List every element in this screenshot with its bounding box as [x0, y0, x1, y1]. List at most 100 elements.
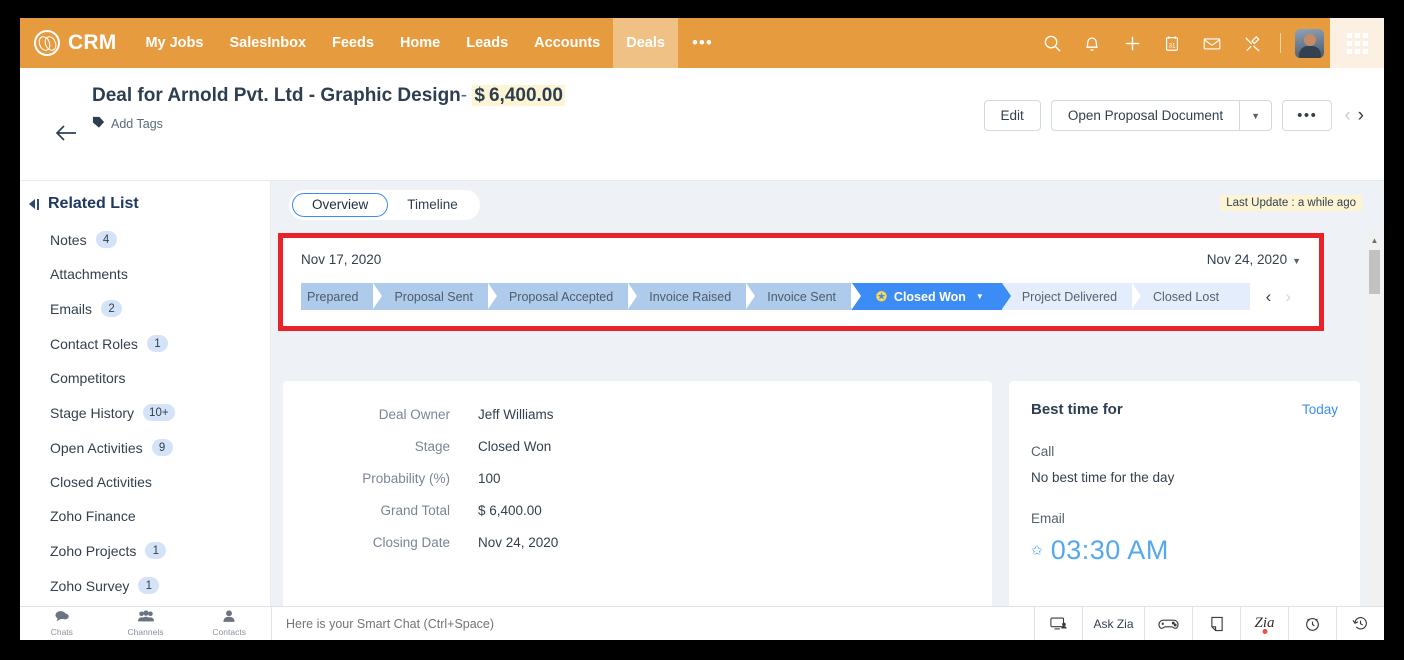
nav-item-deals[interactable]: Deals: [613, 18, 678, 68]
sidebar-item-zoho-finance[interactable]: Zoho Finance: [20, 499, 270, 533]
smart-chat-area[interactable]: [271, 607, 1034, 640]
tab-overview[interactable]: Overview: [292, 192, 389, 217]
sidebar-item-notes[interactable]: Notes 4: [20, 222, 270, 257]
field-value[interactable]: $ 6,400.00: [478, 503, 542, 518]
scrollbar-thumb[interactable]: [1369, 250, 1380, 294]
stage-closed-won[interactable]: ✪ Closed Won ▼: [852, 283, 1011, 310]
sidebar-item-zoho-survey[interactable]: Zoho Survey 1: [20, 568, 270, 603]
field-value[interactable]: Closed Won: [478, 439, 551, 454]
calendar-icon[interactable]: 31: [1152, 18, 1192, 68]
back-arrow-icon[interactable]: [54, 120, 80, 146]
scrollbar-track[interactable]: [1367, 248, 1382, 605]
field-value[interactable]: Nov 24, 2020: [478, 535, 558, 550]
tab-timeline[interactable]: Timeline: [388, 193, 477, 217]
history-icon[interactable]: [1336, 607, 1384, 640]
field-value[interactable]: Jeff Williams: [478, 407, 554, 422]
nav-right-icons: 31: [1032, 18, 1384, 68]
scroll-up-arrow-icon[interactable]: ▲: [1371, 233, 1379, 248]
next-record-button[interactable]: ›: [1358, 106, 1364, 125]
avatar[interactable]: [1295, 28, 1324, 58]
plus-icon[interactable]: [1112, 18, 1152, 68]
more-actions-button[interactable]: •••: [1282, 100, 1333, 131]
add-tags-label: Add Tags: [111, 117, 163, 131]
best-time-today-link[interactable]: Today: [1302, 402, 1338, 417]
zia-icon[interactable]: Zia: [1240, 607, 1288, 640]
chats-tab[interactable]: Chats: [20, 607, 104, 640]
nav-item-accounts[interactable]: Accounts: [521, 18, 613, 68]
nav-item-leads[interactable]: Leads: [453, 18, 521, 68]
tools-icon[interactable]: [1232, 18, 1272, 68]
sidebar-item-label: Zoho Survey: [50, 577, 130, 594]
sales-pipeline-card: Nov 17, 2020 Nov 24, 2020 ▼ Prepared Prop…: [283, 238, 1319, 326]
related-list-sidebar: Related List Notes 4 Attachments Emails …: [20, 181, 271, 620]
record-header-actions: Edit Open Proposal Document ▼ ••• ‹ ›: [983, 100, 1364, 131]
stage-invoice-raised[interactable]: Invoice Raised: [629, 283, 765, 310]
record-pager: ‹ ›: [1344, 106, 1364, 125]
pipeline-end-date-dropdown[interactable]: Nov 24, 2020 ▼: [1207, 252, 1301, 267]
top-navigation-bar: CRM My Jobs SalesInbox Feeds Home Leads …: [20, 18, 1384, 68]
stage-prepared[interactable]: Prepared: [301, 283, 392, 310]
field-grand-total: Grand Total $ 6,400.00: [283, 503, 992, 518]
chevron-down-icon: ▼: [1292, 256, 1301, 266]
edit-button[interactable]: Edit: [983, 100, 1041, 131]
smart-chat-input[interactable]: [286, 616, 1034, 631]
alarm-clock-icon[interactable]: [1288, 607, 1336, 640]
app-window: CRM My Jobs SalesInbox Feeds Home Leads …: [20, 18, 1384, 640]
sidebar-item-label: Open Activities: [50, 439, 143, 456]
field-value[interactable]: 100: [478, 471, 501, 486]
previous-record-button[interactable]: ‹: [1344, 106, 1350, 125]
sidebar-item-contact-roles[interactable]: Contact Roles 1: [20, 326, 270, 361]
sidebar-item-closed-activities[interactable]: Closed Activities: [20, 465, 270, 499]
record-header: Deal for Arnold Pvt. Ltd - Graphic Desig…: [20, 68, 1384, 181]
stage-project-delivered[interactable]: Project Delivered: [1001, 283, 1151, 310]
sidebar-title: Related List: [48, 195, 139, 212]
open-proposal-document-button[interactable]: Open Proposal Document: [1050, 100, 1240, 131]
nav-more-button[interactable]: •••: [678, 18, 727, 68]
sidebar-item-badge: 4: [95, 231, 117, 248]
nav-item-my-jobs[interactable]: My Jobs: [132, 18, 216, 68]
stage-next-button[interactable]: ›: [1285, 288, 1291, 305]
field-label: Grand Total: [380, 503, 450, 518]
stage-proposal-sent[interactable]: Proposal Sent: [374, 283, 506, 310]
channels-tab[interactable]: Channels: [104, 607, 188, 640]
tabs-row: Overview Timeline Last Update : a while …: [271, 181, 1384, 228]
bottom-right-icons: Ask Zia Zia: [1034, 607, 1384, 640]
pipeline-dates: Nov 17, 2020 Nov 24, 2020 ▼: [301, 252, 1301, 267]
stage-proposal-accepted[interactable]: Proposal Accepted: [488, 283, 647, 310]
add-tags-button[interactable]: Add Tags: [92, 116, 163, 132]
sidebar-item-badge: 9: [151, 439, 173, 456]
nav-divider: [1280, 33, 1281, 53]
sidebar-item-emails[interactable]: Emails 2: [20, 291, 270, 326]
search-icon[interactable]: [1032, 18, 1072, 68]
ask-zia-button[interactable]: Ask Zia: [1082, 607, 1144, 640]
notes-icon[interactable]: [1192, 607, 1240, 640]
sidebar-item-stage-history[interactable]: Stage History 10+: [20, 395, 270, 430]
screen-share-icon[interactable]: [1034, 607, 1082, 640]
sidebar-header: Related List: [20, 195, 270, 213]
last-update-badge: Last Update : a while ago: [1220, 195, 1362, 211]
sidebar-item-badge: 10+: [143, 404, 175, 421]
nav-item-feeds[interactable]: Feeds: [319, 18, 387, 68]
apps-grid-icon[interactable]: [1330, 18, 1384, 68]
tab-group: Overview Timeline: [289, 189, 480, 220]
sidebar-item-attachments[interactable]: Attachments: [20, 257, 270, 291]
collapse-panel-icon[interactable]: [29, 198, 39, 210]
stage-prev-button[interactable]: ‹: [1266, 288, 1272, 305]
open-proposal-dropdown-button[interactable]: ▼: [1239, 100, 1273, 131]
sidebar-item-zoho-projects[interactable]: Zoho Projects 1: [20, 533, 270, 568]
record-title-text: Deal for Arnold Pvt. Ltd - Graphic Desig…: [92, 85, 461, 106]
sidebar-item-competitors[interactable]: Competitors: [20, 361, 270, 395]
nav-item-home[interactable]: Home: [387, 18, 453, 68]
contacts-tab[interactable]: Contacts: [187, 607, 271, 640]
sales-pipeline-highlight: Nov 17, 2020 Nov 24, 2020 ▼ Prepared Prop…: [278, 233, 1324, 331]
bell-icon[interactable]: [1072, 18, 1112, 68]
envelope-icon[interactable]: [1192, 18, 1232, 68]
nav-item-salesinbox[interactable]: SalesInbox: [216, 18, 319, 68]
gamepad-icon[interactable]: [1144, 607, 1192, 640]
vertical-scrollbar[interactable]: ▲ ▼: [1367, 233, 1382, 620]
sidebar-item-open-activities[interactable]: Open Activities 9: [20, 430, 270, 465]
bottom-bar: Chats Channels Contacts Here is your Sma…: [20, 606, 1384, 640]
crm-logo[interactable]: CRM: [20, 30, 132, 56]
notification-dot: [1262, 629, 1267, 634]
best-time-call-label: Call: [1031, 444, 1055, 459]
